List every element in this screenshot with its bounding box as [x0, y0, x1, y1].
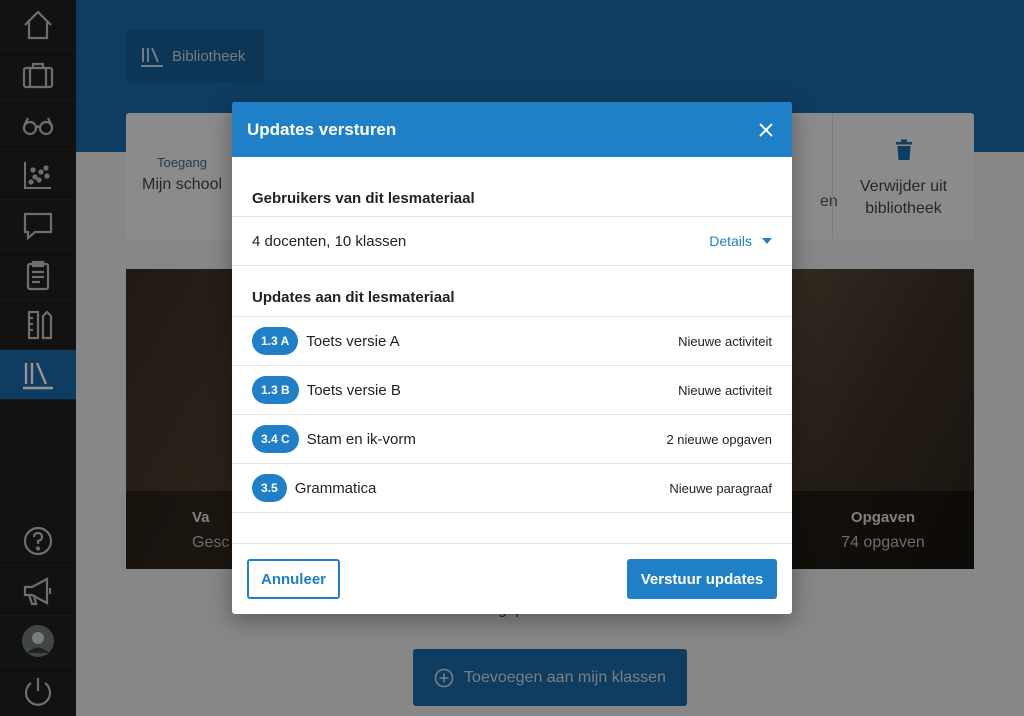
update-item-main: 3.4 C Stam en ik-vorm: [252, 425, 416, 453]
modal-title: Updates versturen: [247, 119, 397, 139]
update-item-main: 1.3 A Toets versie A: [252, 327, 400, 355]
details-toggle[interactable]: Details: [709, 233, 772, 249]
update-name: Grammatica: [294, 479, 377, 497]
section-badge: 3.4 C: [252, 425, 299, 453]
list-item: 1.3 B Toets versie B Nieuwe activiteit: [232, 366, 792, 415]
users-summary: 4 docenten, 10 klassen: [252, 232, 407, 250]
update-name: Toets versie B: [306, 381, 401, 399]
list-item: 1.3 A Toets versie A Nieuwe activiteit: [232, 317, 792, 366]
send-updates-modal: Updates versturen Gebruikers van dit les…: [232, 102, 792, 614]
update-name: Toets versie A: [306, 332, 400, 350]
list-item: 3.4 C Stam en ik-vorm 2 nieuwe opgaven: [232, 415, 792, 464]
send-updates-button[interactable]: Verstuur updates: [627, 559, 777, 599]
cancel-button[interactable]: Annuleer: [247, 559, 340, 599]
update-status: 2 nieuwe opgaven: [666, 431, 772, 447]
section-badge: 1.3 A: [252, 327, 299, 355]
section-badge: 1.3 B: [252, 376, 299, 404]
close-button[interactable]: [756, 120, 776, 140]
update-status: Nieuwe activiteit: [678, 382, 772, 398]
list-item: 3.5 Grammatica Nieuwe paragraaf: [232, 464, 792, 513]
caret-down-icon: [762, 238, 772, 244]
close-icon: [759, 122, 773, 137]
update-status: Nieuwe activiteit: [678, 333, 772, 349]
section-badge: 3.5: [252, 474, 287, 502]
update-item-main: 1.3 B Toets versie B: [252, 376, 401, 404]
update-name: Stam en ik-vorm: [306, 430, 416, 448]
users-section-title: Gebruikers van dit lesmateriaal: [232, 157, 792, 217]
modal-header: Updates versturen: [232, 102, 792, 157]
updates-section-title: Updates aan dit lesmateriaal: [232, 266, 792, 317]
update-item-main: 3.5 Grammatica: [252, 474, 376, 502]
details-label: Details: [709, 233, 752, 249]
update-status: Nieuwe paragraaf: [669, 480, 772, 496]
updates-list: 1.3 A Toets versie A Nieuwe activiteit 1…: [232, 317, 792, 513]
users-summary-row: 4 docenten, 10 klassen Details: [232, 217, 792, 266]
modal-footer: Annuleer Verstuur updates: [232, 543, 792, 614]
